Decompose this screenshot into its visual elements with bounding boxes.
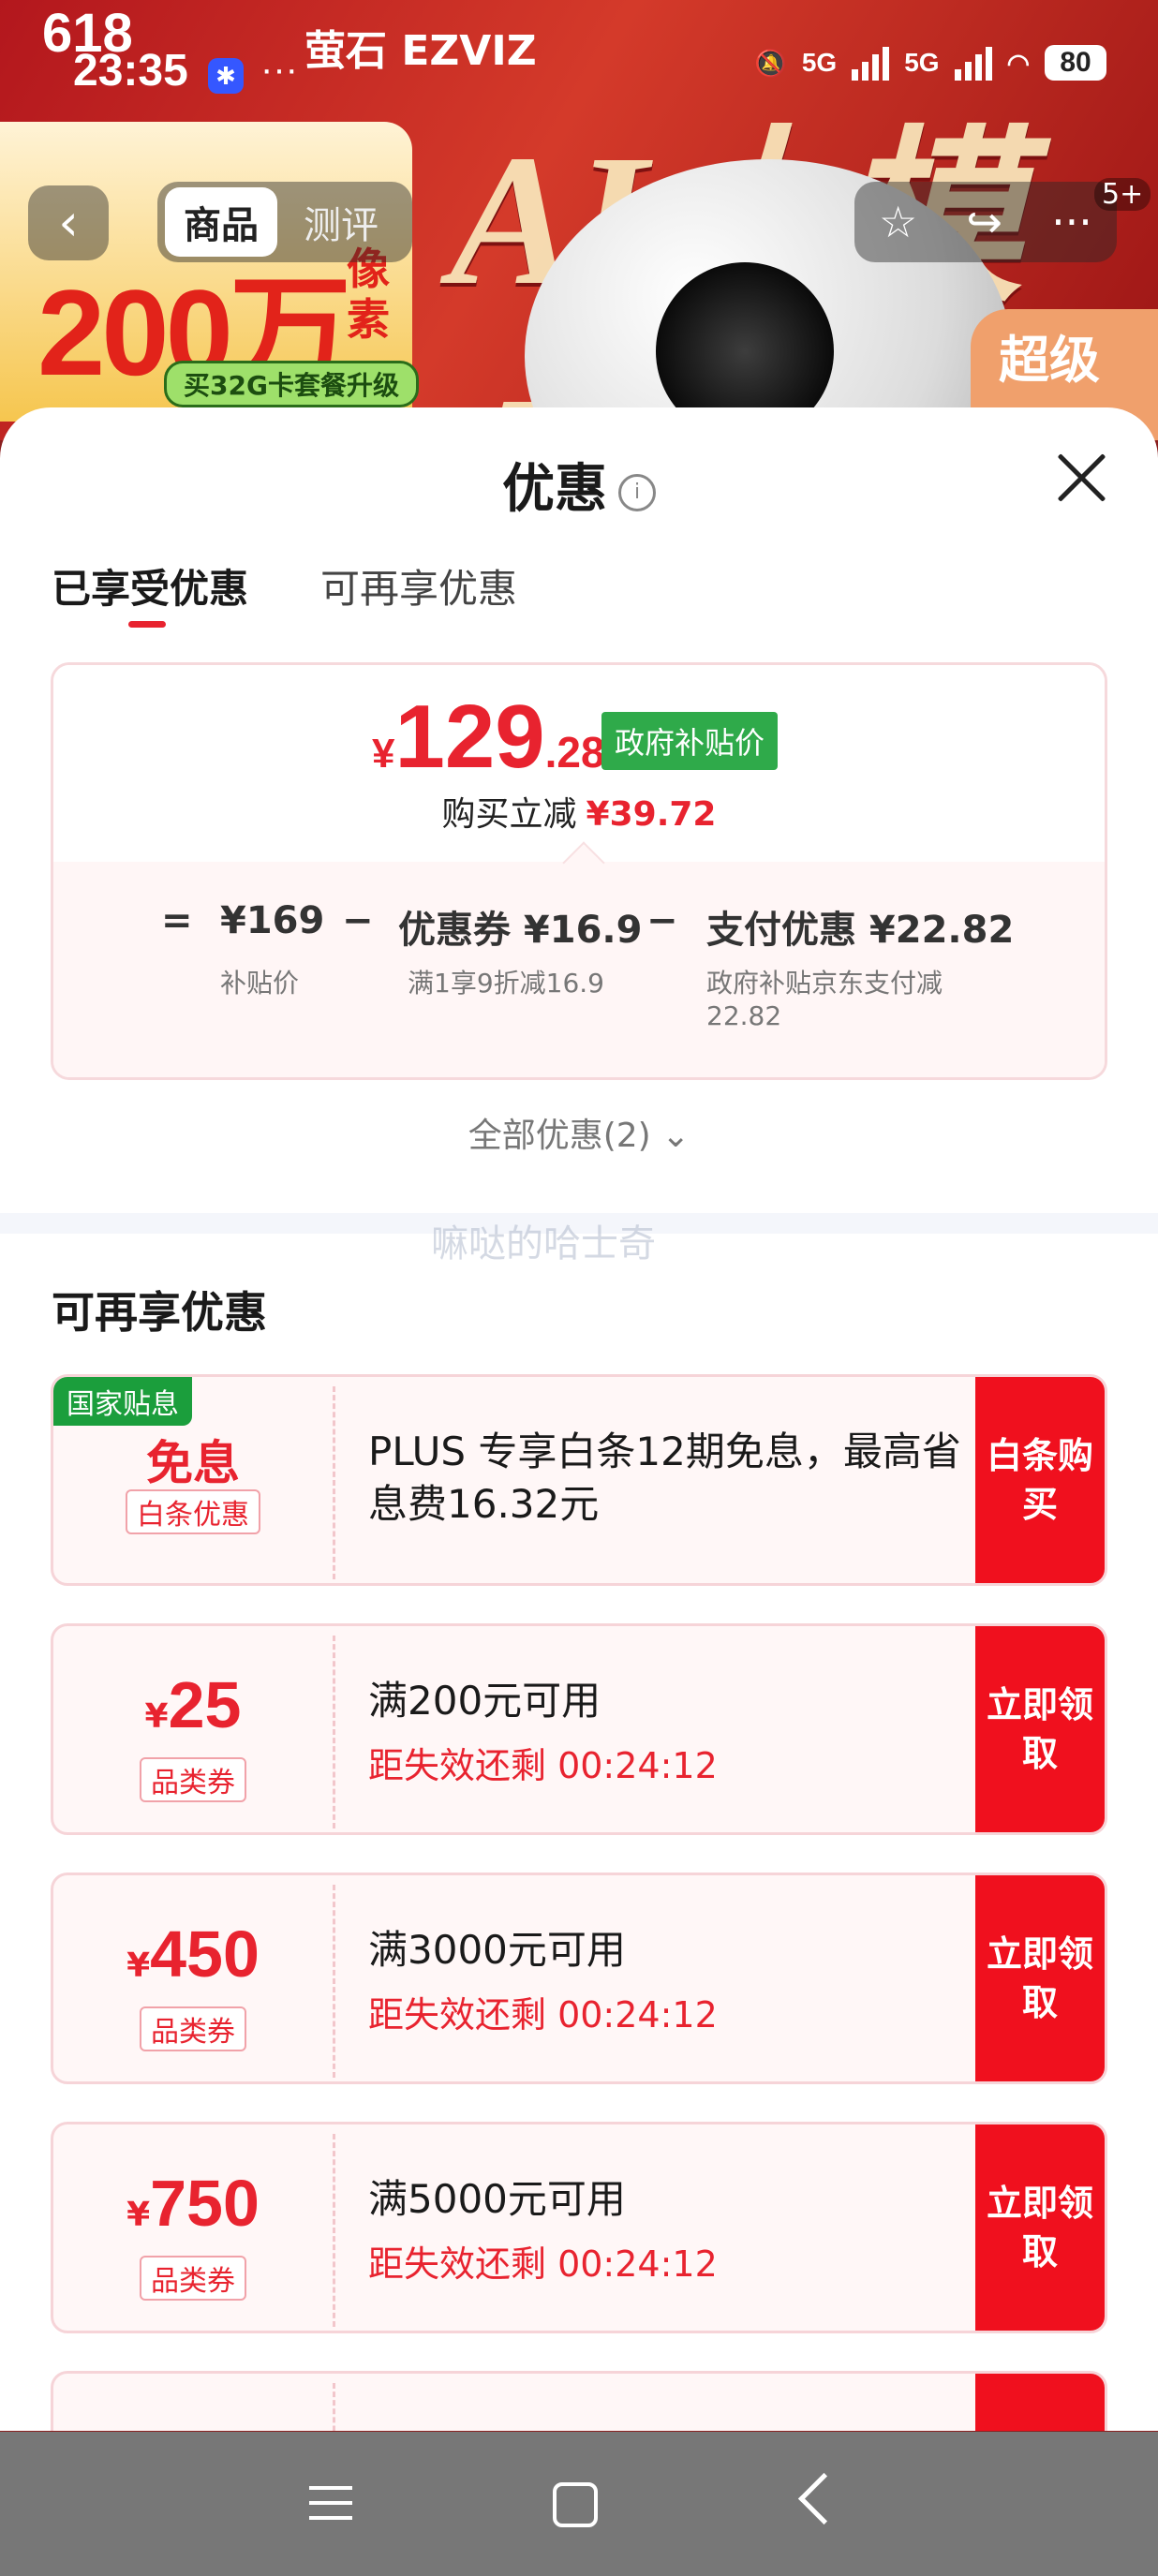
network-type-2: 5G xyxy=(904,48,940,77)
price-decimal: .28 xyxy=(544,728,605,777)
gov-subsidy-badge: 政府补贴价 xyxy=(601,712,779,770)
coupon-amount: ¥450 xyxy=(53,1917,333,1991)
coupon-type: 品类券 xyxy=(140,2256,246,2301)
share-icon[interactable]: ↪ xyxy=(966,197,1002,247)
calc-coupon: 优惠券 ¥16.9 xyxy=(398,909,643,952)
sheet-title: 优惠 i xyxy=(0,447,1158,523)
coupon-amount: ¥750 xyxy=(53,2166,333,2241)
price-integer: 129 xyxy=(394,687,545,787)
coupon-value: 750 xyxy=(150,2167,260,2240)
instant-discount-label: 购买立减 xyxy=(441,795,577,834)
top-actions: ☆ ↪ ··· xyxy=(854,182,1117,262)
coupon-card: 国家贴息 免息 白条优惠 PLUS 专享白条12期免息，最高省息费16.32元 … xyxy=(51,1374,1107,1586)
battery-indicator: 80 xyxy=(1045,45,1106,81)
watermark: 嘛哒的哈士奇 xyxy=(431,1222,656,1266)
mute-icon: 🔕 xyxy=(753,48,787,78)
active-tab-indicator xyxy=(128,621,166,628)
status-bar: 23:35 ✱ ··· 🔕 5G 5G ◠ 80 xyxy=(0,0,1158,96)
claim-button[interactable]: 立即领取 xyxy=(975,1626,1105,1832)
instant-discount-value: ¥39.72 xyxy=(586,795,717,834)
calc-payment-amount: 22.82 xyxy=(706,1000,782,1031)
signal-icon xyxy=(852,45,890,81)
coupon-currency: ¥ xyxy=(126,2196,151,2234)
discount-sheet: 优惠 i 已享受优惠 可再享优惠 ¥129.28 政府补贴价 购买立减 ¥39.72… xyxy=(0,407,1158,2431)
coupon-timer: 距失效还剩 00:24:12 xyxy=(368,1745,718,1786)
calc-equals: = xyxy=(161,899,193,942)
calc-minus-1: − xyxy=(342,899,374,942)
coupon-card: ¥750 品类券 满5000元可用 距失效还剩 00:24:12 立即领取 xyxy=(51,2122,1107,2333)
coupon-value: 25 xyxy=(168,1668,242,1741)
coupon-value: 450 xyxy=(150,1917,260,1991)
claim-button[interactable]: 立即领取 xyxy=(975,2124,1105,2331)
network-type-1: 5G xyxy=(801,48,838,77)
system-nav-bar xyxy=(0,2432,1158,2576)
calc-base-label: 补贴价 xyxy=(220,968,300,999)
all-offers-toggle[interactable]: 全部优惠(2) ⌄ xyxy=(0,1108,1158,1157)
coupon-type: 品类券 xyxy=(140,1757,246,1802)
coupon-threshold: 满200元可用 xyxy=(368,1678,601,1724)
claim-button-partial[interactable] xyxy=(975,2374,1105,2431)
calc-minus-2: − xyxy=(646,899,678,942)
more-notifications-icon: ··· xyxy=(260,49,298,90)
tab-enjoyed-offers[interactable]: 已享受优惠 xyxy=(52,557,248,614)
coupon-type: 品类券 xyxy=(140,2006,246,2051)
price-breakdown-card: ¥129.28 政府补贴价 购买立减 ¥39.72 = ¥169 补贴价 − 优惠… xyxy=(51,662,1107,1080)
coupon-threshold: 满3000元可用 xyxy=(368,1927,626,1973)
coupon-currency: ¥ xyxy=(144,1697,169,1736)
promo-pill: 买32G卡套餐升级 xyxy=(164,361,419,407)
favorite-star-icon[interactable]: ☆ xyxy=(879,197,917,247)
price-currency: ¥ xyxy=(372,731,395,777)
app-notification-icon: ✱ xyxy=(208,58,244,94)
coupon-currency: ¥ xyxy=(126,1947,151,1985)
message-badge: 5+ xyxy=(1094,178,1151,211)
baitiao-buy-button[interactable]: 白条购买 xyxy=(975,1377,1105,1583)
system-back-icon[interactable] xyxy=(797,2472,851,2525)
coupon-card: ¥25 品类券 满200元可用 距失效还剩 00:24:12 立即领取 xyxy=(51,1623,1107,1835)
tab-more-offers[interactable]: 可再享优惠 xyxy=(320,557,517,614)
coupon-card-partial xyxy=(51,2371,1107,2431)
calc-base-price: ¥169 xyxy=(220,899,325,942)
home-icon[interactable] xyxy=(553,2482,598,2527)
tab-product[interactable]: 商品 xyxy=(165,187,277,257)
sheet-title-text: 优惠 xyxy=(502,459,607,520)
coupon-card: ¥450 品类券 满3000元可用 距失效还剩 00:24:12 立即领取 xyxy=(51,1873,1107,2084)
coupon-title: PLUS 专享白条12期免息，最高省息费16.32元 xyxy=(368,1429,961,1527)
more-icon[interactable]: ··· xyxy=(1051,197,1092,247)
status-indicators: 🔕 5G 5G ◠ 80 xyxy=(754,45,1106,81)
claim-button[interactable]: 立即领取 xyxy=(975,1875,1105,2081)
calc-payment-label: 政府补贴京东支付减 xyxy=(706,968,943,999)
instant-discount: 购买立减 ¥39.72 xyxy=(53,787,1105,836)
coupon-type: 白条优惠 xyxy=(126,1489,260,1534)
calc-coupon-label: 满1享9折减16.9 xyxy=(408,968,604,999)
status-time: 23:35 xyxy=(73,46,188,96)
wifi-icon: ◠ xyxy=(1006,48,1030,78)
chevron-left-icon: ‹ xyxy=(58,193,79,252)
product-tabs: 商品 测评 xyxy=(157,182,412,262)
coupon-threshold: 满5000元可用 xyxy=(368,2176,626,2222)
coupon-main: 免息 xyxy=(146,1436,240,1490)
tab-review[interactable]: 测评 xyxy=(285,187,397,257)
national-interest-tag: 国家贴息 xyxy=(53,1377,192,1426)
recent-apps-icon[interactable] xyxy=(309,2486,352,2520)
section-title: 可再享优惠 xyxy=(52,1287,267,1338)
calc-payment: 支付优惠 ¥22.82 xyxy=(706,909,1015,952)
coupon-amount: ¥25 xyxy=(53,1667,333,1742)
coupon-timer: 距失效还剩 00:24:12 xyxy=(368,1994,718,2036)
coupon-timer: 距失效还剩 00:24:12 xyxy=(368,2243,718,2285)
signal-icon-2 xyxy=(954,45,992,81)
info-icon[interactable]: i xyxy=(618,473,656,511)
final-price: ¥129.28 xyxy=(372,686,605,789)
close-icon[interactable] xyxy=(1053,450,1109,506)
back-button[interactable]: ‹ xyxy=(28,185,109,260)
